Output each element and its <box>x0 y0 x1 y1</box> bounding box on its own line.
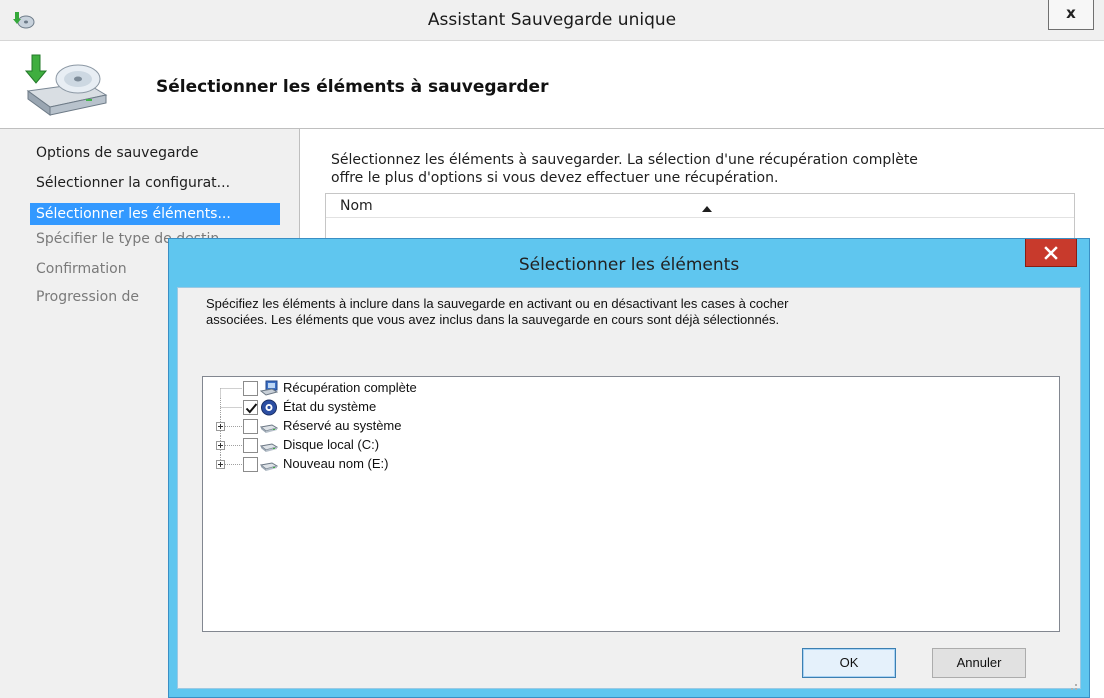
sort-ascending-icon <box>701 198 713 212</box>
tree-item-new-name-e[interactable]: Nouveau nom (E:) <box>203 455 803 474</box>
expand-plus-icon[interactable] <box>216 441 225 450</box>
tree-checkbox[interactable] <box>243 438 258 453</box>
close-icon <box>1026 239 1076 267</box>
tree-item-label: Réservé au système <box>283 418 402 433</box>
wizard-header: Sélectionner les éléments à sauvegarder <box>0 40 1104 128</box>
resize-grip-icon[interactable] <box>1066 676 1078 690</box>
expand-plus-icon[interactable] <box>216 460 225 469</box>
page-title: Sélectionner les éléments à sauvegarder <box>156 77 549 97</box>
tree-item-label: Nouveau nom (E:) <box>283 456 389 471</box>
checkmark-icon <box>245 403 258 414</box>
tree-item-label: État du système <box>283 399 377 414</box>
nav-step-backup-options[interactable]: Options de sauvegarde <box>36 145 199 161</box>
list-header: Nom <box>326 194 1074 218</box>
wizard-description-line: offre le plus d'options si vous devez ef… <box>331 170 779 186</box>
dialog-close-button[interactable] <box>1025 239 1077 267</box>
backup-drive-icon <box>16 51 112 117</box>
system-state-icon <box>260 399 278 416</box>
wizard-close-button[interactable]: x <box>1048 0 1094 30</box>
dialog-description-line: Spécifiez les éléments à inclure dans la… <box>206 296 789 311</box>
dialog-description: Spécifiez les éléments à inclure dans la… <box>206 296 1066 328</box>
select-items-dialog: Sélectionner les éléments Spécifiez les … <box>168 238 1090 698</box>
tree-checkbox[interactable] <box>243 400 258 415</box>
nav-step-select-configuration[interactable]: Sélectionner la configurat... <box>36 175 230 191</box>
wizard-description: Sélectionnez les éléments à sauvegarder.… <box>331 151 1071 187</box>
tree-checkbox[interactable] <box>243 381 258 396</box>
cancel-button[interactable]: Annuler <box>932 648 1026 678</box>
drive-icon <box>259 437 279 454</box>
column-header-name[interactable]: Nom <box>340 198 373 214</box>
expand-plus-icon[interactable] <box>216 422 225 431</box>
dialog-title: Sélectionner les éléments <box>518 255 740 275</box>
dialog-client-area: Spécifiez les éléments à inclure dans la… <box>177 287 1081 690</box>
dialog-description-line: associées. Les éléments que vous avez in… <box>206 312 780 327</box>
tree-checkbox[interactable] <box>243 457 258 472</box>
tree-item-full-recovery[interactable]: Récupération complète <box>203 379 803 398</box>
wizard-title: Assistant Sauvegarde unique <box>427 10 677 30</box>
wizard-description-line: Sélectionnez les éléments à sauvegarder.… <box>331 152 918 168</box>
ok-button[interactable]: OK <box>802 648 896 678</box>
nav-step-progress: Progression de <box>36 289 140 305</box>
drive-icon <box>259 418 279 435</box>
items-tree[interactable]: Récupération complète État du système Ré… <box>202 376 1060 632</box>
tree-item-system-reserved[interactable]: Réservé au système <box>203 417 803 436</box>
nav-step-confirmation: Confirmation <box>36 261 127 277</box>
tree-checkbox[interactable] <box>243 419 258 434</box>
tree-item-label: Disque local (C:) <box>283 437 380 452</box>
full-recovery-icon <box>259 380 279 397</box>
wizard-title-bar: Assistant Sauvegarde unique x <box>0 0 1104 40</box>
drive-icon <box>259 456 279 473</box>
tree-item-system-state[interactable]: État du système <box>203 398 803 417</box>
tree-item-local-disk-c[interactable]: Disque local (C:) <box>203 436 803 455</box>
nav-step-select-items[interactable]: Sélectionner les éléments... <box>30 203 280 225</box>
tree-item-label: Récupération complète <box>283 380 417 395</box>
